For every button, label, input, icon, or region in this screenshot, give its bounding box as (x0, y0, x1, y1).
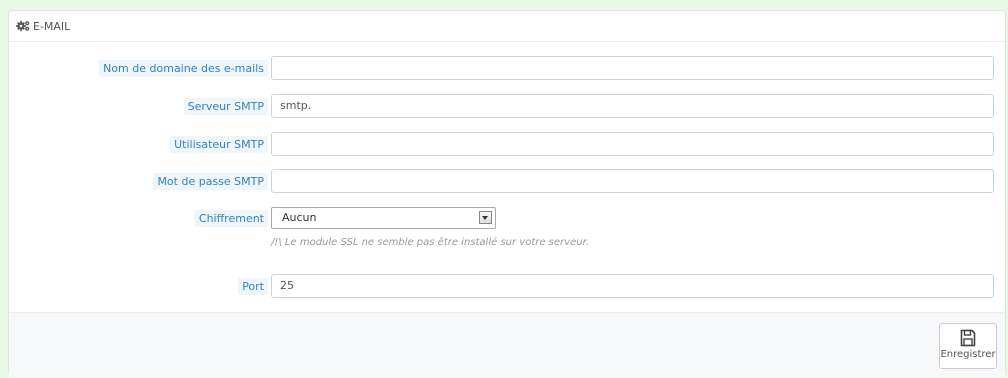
smtp-server-label: Serveur SMTP (183, 97, 268, 115)
smtp-user-label: Utilisateur SMTP (170, 135, 268, 153)
encryption-selected-value: Aucun (282, 211, 317, 224)
smtp-password-input[interactable] (271, 169, 994, 193)
floppy-disk-icon (960, 329, 976, 347)
domain-label: Nom de domaine des e-mails (99, 59, 268, 77)
panel-footer: Enregistrer (9, 312, 1005, 377)
email-settings-panel: E-MAIL Nom de domaine des e-mails Serveu… (8, 10, 1006, 377)
save-button[interactable]: Enregistrer (939, 323, 997, 369)
smtp-password-label: Mot de passe SMTP (153, 172, 268, 190)
panel-title: E-MAIL (33, 19, 71, 33)
ssl-warning-text: /!\ Le module SSL ne semble pas être ins… (271, 237, 589, 248)
save-button-label: Enregistrer (940, 349, 996, 360)
chevron-down-icon[interactable] (479, 211, 492, 224)
panel-heading: E-MAIL (9, 11, 1005, 42)
port-input[interactable]: 25 (271, 274, 994, 298)
smtp-user-input[interactable] (271, 132, 994, 156)
encryption-select[interactable]: Aucun (271, 207, 496, 229)
cogs-icon (16, 20, 30, 32)
encryption-label: Chiffrement (194, 209, 268, 227)
smtp-server-input[interactable]: smtp. (271, 94, 994, 118)
domain-input[interactable] (271, 56, 994, 80)
port-label: Port (238, 277, 268, 295)
